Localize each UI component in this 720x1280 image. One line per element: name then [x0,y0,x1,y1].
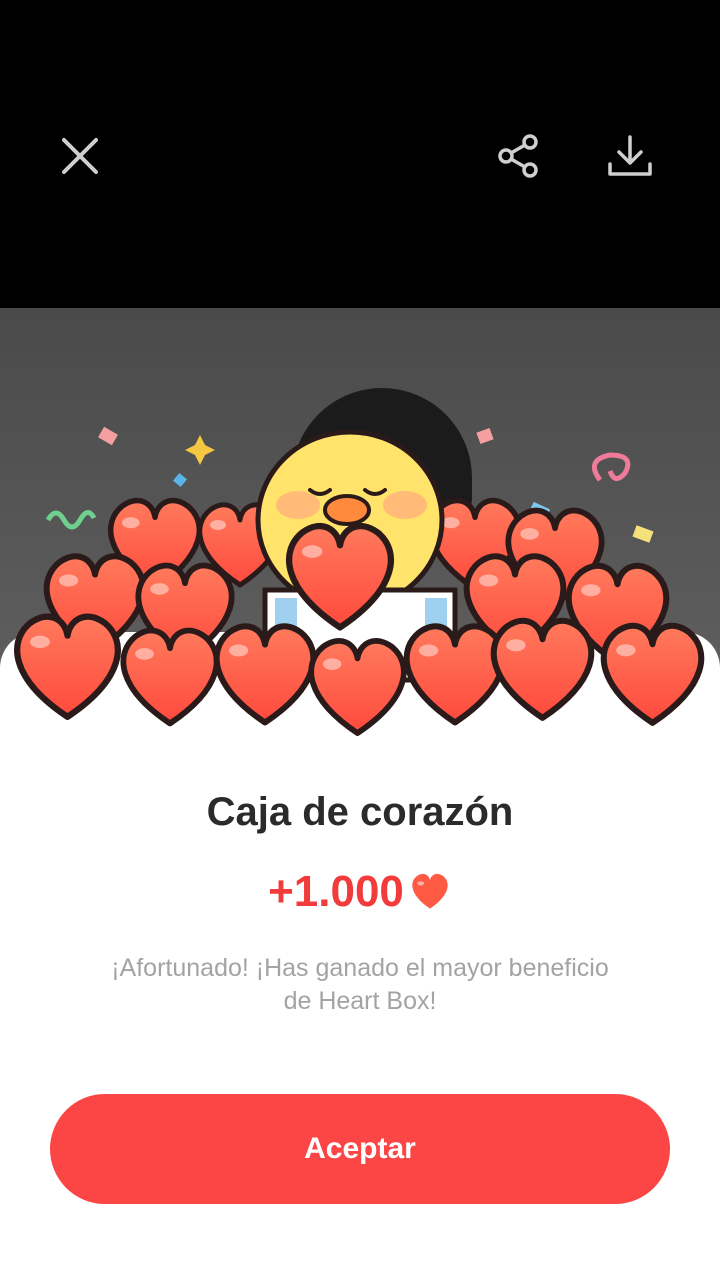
reward-message: ¡Afortunado! ¡Has ganado el mayor benefi… [111,954,609,1015]
top-toolbar [0,0,720,308]
dialog-title: Caja de corazón [206,790,514,834]
reward-row: +1.000 [0,862,720,922]
close-button[interactable] [50,126,110,186]
accept-button[interactable]: Aceptar [50,1094,670,1204]
close-icon [62,138,98,174]
heart-box-illustration [0,426,720,760]
download-button[interactable] [600,126,660,186]
share-icon [498,134,538,178]
download-icon [608,135,652,176]
reward-amount: +1.000 [268,867,404,916]
heart-icon [412,873,448,909]
share-button[interactable] [488,126,548,186]
